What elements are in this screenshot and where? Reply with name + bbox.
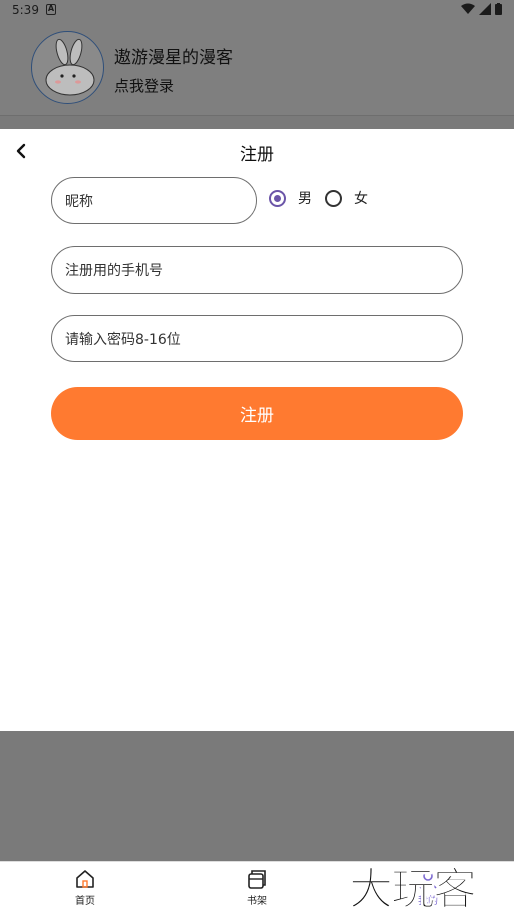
bunny-avatar-icon — [45, 38, 95, 96]
system-icons — [461, 3, 502, 15]
home-icon — [76, 870, 94, 888]
nickname-input[interactable]: 昵称 — [51, 177, 257, 224]
phone-placeholder: 注册用的手机号 — [65, 263, 163, 279]
radio-unchecked-icon — [325, 189, 342, 207]
wifi-icon — [461, 3, 475, 14]
nav-bookshelf-label: 书架 — [247, 896, 267, 907]
nav-bookshelf[interactable]: 书架 — [212, 868, 302, 907]
nav-home-label: 首页 — [75, 896, 95, 907]
nickname-placeholder: 昵称 — [65, 193, 93, 210]
bookshelf-icon — [248, 870, 266, 889]
gender-male-label: 男 — [298, 191, 312, 207]
phone-input[interactable]: 注册用的手机号 — [51, 246, 463, 294]
profile-header: 遨游漫星的漫客 点我登录 — [0, 22, 514, 116]
nav-home[interactable]: 首页 — [40, 868, 130, 907]
login-link[interactable]: 点我登录 — [114, 75, 174, 96]
a-icon: A — [46, 4, 56, 15]
avatar[interactable] — [31, 31, 104, 104]
password-input[interactable]: 请输入密码8-16位 — [51, 315, 463, 362]
profile-nickname: 遨游漫星的漫客 — [114, 48, 233, 68]
gender-male-radio[interactable]: 男 — [269, 188, 312, 208]
status-time: 5:39 — [12, 3, 39, 17]
register-dialog: 注册 昵称 男 女 注册用的手机号 请输入密码8-16位 注册 — [0, 129, 514, 731]
gender-female-radio[interactable]: 女 — [325, 188, 368, 208]
register-title: 注册 — [240, 145, 274, 165]
battery-icon — [495, 3, 502, 15]
radio-checked-icon — [269, 189, 286, 207]
password-placeholder: 请输入密码8-16位 — [65, 331, 181, 348]
register-button[interactable]: 注册 — [51, 387, 463, 440]
watermark-logo: 大玩客 — [349, 864, 478, 915]
gender-female-label: 女 — [354, 191, 368, 207]
status-bar: 5:39 A — [0, 0, 514, 22]
signal-icon — [479, 3, 491, 15]
